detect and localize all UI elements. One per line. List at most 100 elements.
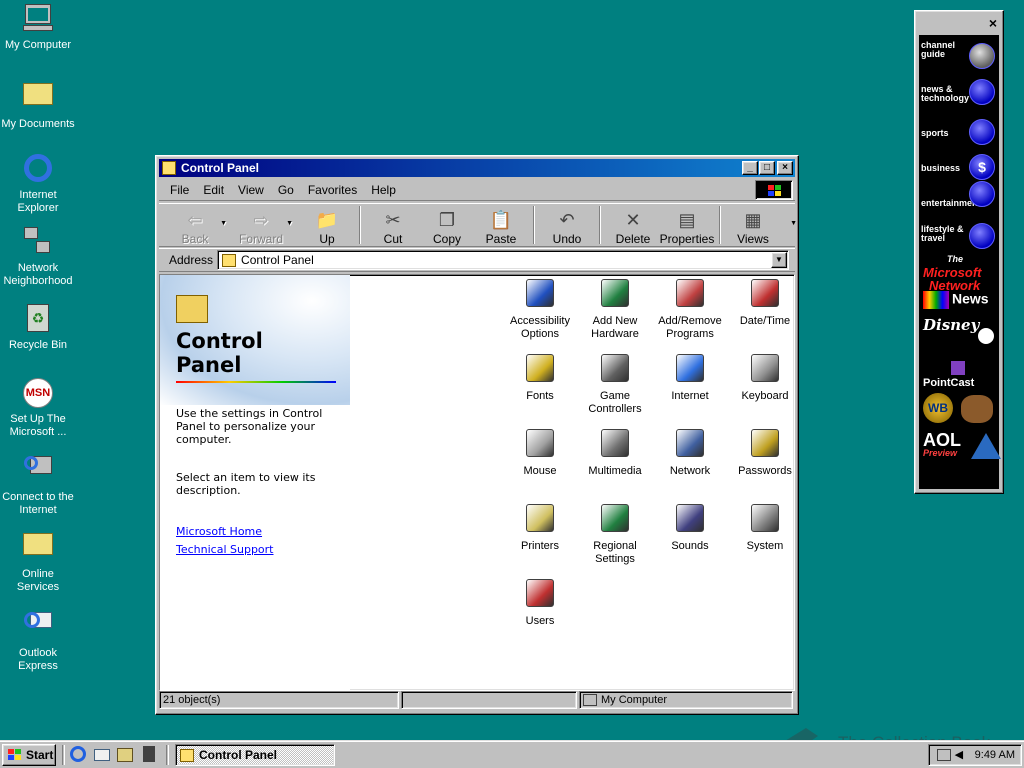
- control-panel-item-label: Printers: [521, 540, 559, 552]
- control-panel-item[interactable]: Users: [500, 577, 580, 628]
- delete-x-icon: ✕: [625, 210, 641, 230]
- channels-quicklaunch-icon[interactable]: [140, 746, 158, 764]
- msn-channel-logo[interactable]: The Microsoft Network: [923, 253, 1001, 292]
- disney-logo[interactable]: Disney: [923, 318, 1001, 355]
- delete-button[interactable]: ✕ Delete: [603, 206, 663, 246]
- control-panel-item[interactable]: Add New Hardware: [575, 277, 655, 341]
- msnbc-news-logo[interactable]: News: [923, 291, 1001, 309]
- forward-dropdown-icon[interactable]: ▼: [286, 220, 293, 227]
- microsoft-home-link[interactable]: Microsoft Home: [176, 525, 262, 538]
- desktop-icon[interactable]: Online Services: [0, 527, 76, 594]
- control-panel-item[interactable]: System: [725, 502, 794, 553]
- control-panel-item[interactable]: Network: [650, 427, 730, 478]
- desktop-icon[interactable]: Internet Explorer: [0, 152, 76, 215]
- control-panel-item[interactable]: Keyboard: [725, 352, 794, 403]
- channel-guide[interactable]: channel guide: [921, 40, 999, 69]
- start-button[interactable]: Start: [2, 744, 56, 766]
- views-dropdown-icon[interactable]: ▼: [790, 220, 797, 227]
- control-panel-item[interactable]: Add/Remove Programs: [650, 277, 730, 341]
- back-dropdown-icon[interactable]: ▼: [220, 220, 227, 227]
- connect-icon: [22, 456, 54, 488]
- address-field[interactable]: Control Panel ▼: [217, 250, 789, 270]
- wb-logo[interactable]: WB: [923, 393, 1001, 423]
- keyboard-icon: [749, 354, 781, 386]
- control-panel-item[interactable]: Accessibility Options: [500, 277, 580, 341]
- ie-quicklaunch-icon[interactable]: [70, 746, 88, 764]
- multimedia-icon: [599, 429, 631, 461]
- menu-go[interactable]: Go: [271, 181, 301, 199]
- up-button[interactable]: 📁 Up: [297, 206, 357, 246]
- network-icon: [674, 429, 706, 461]
- channel-lifestyle[interactable]: lifestyle & travel: [921, 223, 999, 249]
- control-panel-item[interactable]: Mouse: [500, 427, 580, 478]
- close-button[interactable]: ×: [777, 161, 793, 175]
- channel-label: business: [921, 163, 961, 173]
- news-icon: [969, 79, 995, 105]
- network-tray-icon[interactable]: [936, 749, 951, 761]
- desktop-icon-label: Network Neighborhood: [3, 262, 73, 287]
- control-panel-item[interactable]: Sounds: [650, 502, 730, 553]
- control-panel-item-label: Mouse: [523, 465, 557, 477]
- tv-icon: [969, 181, 995, 207]
- desktop-icon[interactable]: My Documents: [0, 77, 76, 131]
- control-panel-item[interactable]: Fonts: [500, 352, 580, 403]
- properties-button[interactable]: ▤ Properties: [657, 206, 717, 246]
- mouse-icon: [524, 429, 556, 461]
- control-panel-item[interactable]: Internet: [650, 352, 730, 403]
- channel-business[interactable]: business $: [921, 154, 999, 180]
- views-button[interactable]: ▦ Views ▼: [723, 206, 797, 246]
- control-panel-item-label: Sounds: [671, 540, 709, 552]
- up-label: Up: [319, 232, 335, 246]
- channel-news[interactable]: news & technology: [921, 79, 999, 105]
- technical-support-link[interactable]: Technical Support: [176, 543, 274, 556]
- channel-bar: × channel guide news & technology sports…: [914, 10, 1004, 494]
- channel-bar-close-button[interactable]: ×: [989, 15, 997, 31]
- desktop-icon-label: My Computer: [4, 39, 72, 51]
- outlook-quicklaunch-icon[interactable]: [94, 746, 112, 764]
- control-panel-item[interactable]: Printers: [500, 502, 580, 553]
- title-bar[interactable]: Control Panel _ □ ×: [159, 159, 795, 177]
- forward-button[interactable]: ⇨ Forward ▼: [231, 206, 293, 246]
- desktop-icon[interactable]: Network Neighborhood: [0, 227, 76, 288]
- volume-icon[interactable]: ◀: [955, 749, 967, 761]
- clock[interactable]: 9:49 AM: [975, 749, 1015, 761]
- maximize-button[interactable]: □: [759, 161, 775, 175]
- desktop-icon[interactable]: Outlook Express: [0, 602, 76, 673]
- desktop-icon[interactable]: ♻ Recycle Bin: [0, 302, 76, 352]
- control-panel-item[interactable]: Multimedia: [575, 427, 655, 478]
- web-view-pane: Control Panel Use the settings in Contro…: [160, 275, 350, 690]
- minimize-button[interactable]: _: [742, 161, 758, 175]
- pane-hint: Select an item to view its description.: [176, 471, 316, 497]
- show-desktop-icon[interactable]: [117, 746, 135, 764]
- channel-entertainment[interactable]: entertainment: [921, 181, 999, 208]
- ie-icon: [22, 154, 54, 186]
- address-dropdown-icon[interactable]: ▼: [771, 252, 787, 268]
- taskbar-control-panel-button[interactable]: Control Panel: [175, 744, 335, 766]
- control-panel-item[interactable]: Game Controllers: [575, 352, 655, 416]
- undo-button[interactable]: ↶ Undo: [537, 206, 597, 246]
- desktop-icon[interactable]: My Computer: [0, 2, 76, 52]
- paste-button[interactable]: 📋 Paste: [471, 206, 531, 246]
- menu-edit[interactable]: Edit: [196, 181, 231, 199]
- menu-favorites[interactable]: Favorites: [301, 181, 364, 199]
- pointcast-logo[interactable]: PointCast: [923, 361, 1001, 389]
- clipboard-icon: 📋: [489, 210, 513, 230]
- aol-preview-logo[interactable]: AOL Preview: [923, 431, 1001, 471]
- control-panel-item[interactable]: Date/Time: [725, 277, 794, 328]
- desktop-icon[interactable]: Connect to the Internet: [0, 452, 76, 517]
- menu-view[interactable]: View: [231, 181, 271, 199]
- channel-label: channel guide: [921, 40, 956, 59]
- desktop-icon[interactable]: MSN Set Up The Microsoft ...: [0, 377, 76, 439]
- delete-label: Delete: [615, 232, 651, 246]
- copy-button[interactable]: ❐ Copy: [417, 206, 477, 246]
- menu-help[interactable]: Help: [364, 181, 403, 199]
- control-panel-item[interactable]: Regional Settings: [575, 502, 655, 566]
- menu-file[interactable]: File: [163, 181, 196, 199]
- control-panel-window: Control Panel _ □ × File Edit View Go Fa…: [155, 155, 799, 715]
- speaker-icon: [674, 504, 706, 536]
- channel-sports[interactable]: sports: [921, 119, 999, 145]
- control-panel-item-label: Game Controllers: [588, 390, 642, 415]
- back-button[interactable]: ⇦ Back ▼: [165, 206, 227, 246]
- control-panel-item[interactable]: Passwords: [725, 427, 794, 478]
- cut-button[interactable]: ✂ Cut: [363, 206, 423, 246]
